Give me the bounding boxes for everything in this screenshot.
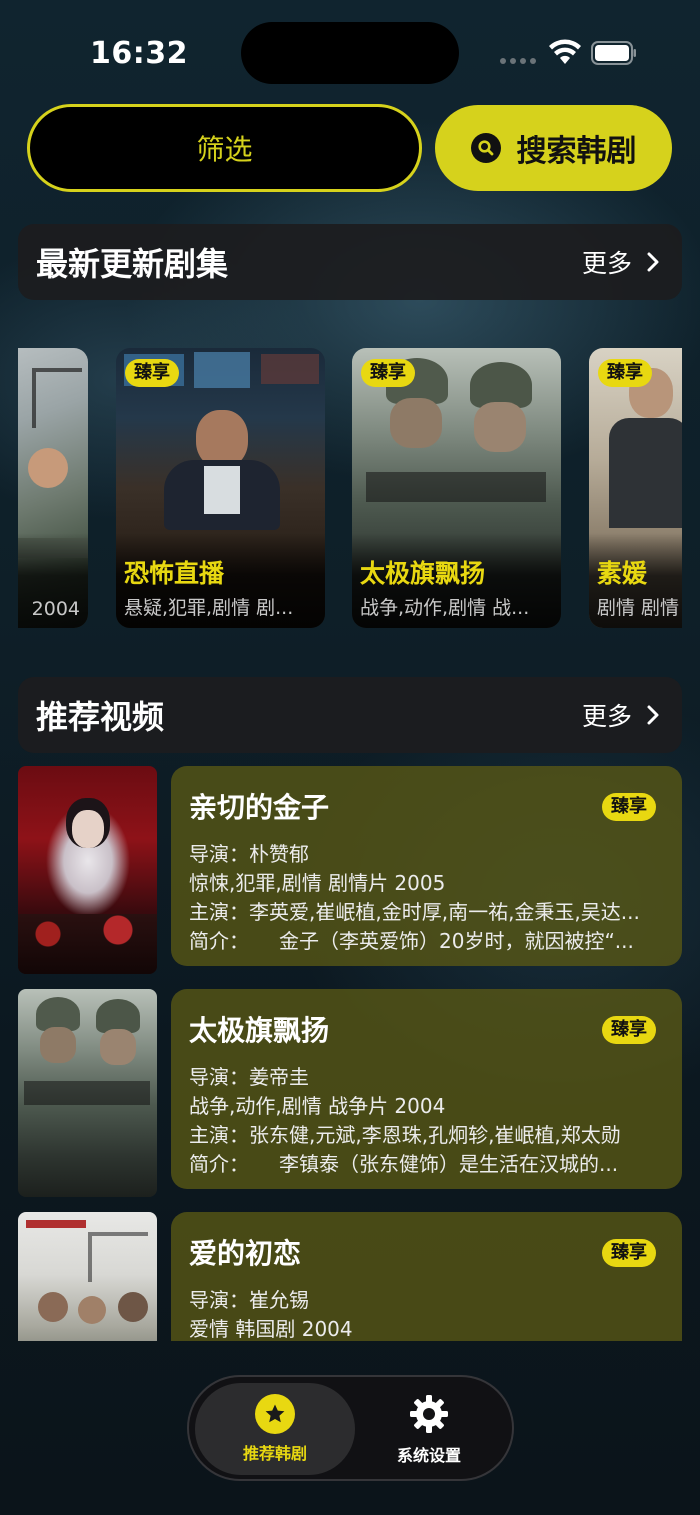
item-info: 爱的初恋 臻享 导演：崔允锡 爱情 韩国剧 2004 <box>171 1212 682 1341</box>
item-genre: 战争,动作,剧情 战争片 2004 <box>189 1094 446 1118</box>
tab-recommended[interactable]: 推荐韩剧 <box>195 1383 355 1475</box>
card-tags: 战争,动作,剧情 战... <box>360 597 530 619</box>
item-info: 亲切的金子 臻享 导演：朴赞郁 惊悚,犯罪,剧情 剧情片 2005 主演：李英爱… <box>171 766 682 966</box>
item-director: 导演：朴赞郁 <box>189 842 309 866</box>
item-title: 太极旗飘扬 <box>189 1014 330 1047</box>
premium-badge: 臻享 <box>125 359 179 387</box>
tab-label: 推荐韩剧 <box>242 1444 307 1463</box>
gear-icon <box>410 1395 448 1433</box>
item-director: 导演：姜帝圭 <box>189 1065 309 1089</box>
premium-badge: 臻享 <box>602 793 656 821</box>
item-genre: 惊悚,犯罪,剧情 剧情片 2005 <box>189 871 446 895</box>
latest-carousel[interactable]: 2004 臻享 恐怖直播 悬疑,犯罪,剧情 剧... 臻享 太极旗飘扬 战争,动… <box>18 348 682 628</box>
card-tags: 剧情 剧情 <box>597 597 680 619</box>
poster-image <box>18 989 157 1197</box>
chevron-right-icon <box>647 252 659 272</box>
battery-icon <box>591 41 636 65</box>
recommended-more-link[interactable]: 更多 <box>582 697 664 733</box>
card-tags: 2004 <box>31 598 80 620</box>
latest-card[interactable]: 臻享 太极旗飘扬 战争,动作,剧情 战... <box>352 348 561 628</box>
list-item[interactable]: 爱的初恋 臻享 导演：崔允锡 爱情 韩国剧 2004 <box>18 1212 682 1341</box>
cellular-signal-icon <box>500 58 536 64</box>
more-label: 更多 <box>581 702 632 731</box>
poster-image <box>18 1212 157 1341</box>
premium-badge: 臻享 <box>361 359 415 387</box>
item-cast: 主演：李英爱,崔岷植,金时厚,南一祐,金秉玉,吴达... <box>189 900 640 924</box>
recommended-section-title: 推荐视频 <box>36 698 165 736</box>
tab-settings[interactable]: 系统设置 <box>349 1383 509 1475</box>
star-icon <box>255 1394 295 1434</box>
poster-image <box>18 766 157 974</box>
latest-card[interactable]: 臻享 素媛 剧情 剧情 <box>589 348 682 628</box>
recommended-section-header: 推荐视频 更多 <box>18 677 682 753</box>
item-summary: 简介： 李镇泰（张东健饰）是生活在汉城的... <box>189 1152 619 1176</box>
filter-button-label: 筛选 <box>196 133 253 166</box>
search-icon <box>470 133 501 163</box>
status-time: 16:32 <box>90 36 188 71</box>
recommended-list[interactable]: 亲切的金子 臻享 导演：朴赞郁 惊悚,犯罪,剧情 剧情片 2005 主演：李英爱… <box>18 766 682 1341</box>
status-bar: 16:32 <box>0 0 700 100</box>
latest-section-header: 最新更新剧集 更多 <box>18 224 682 300</box>
tab-bar: 推荐韩剧 系统设置 <box>187 1375 514 1481</box>
latest-more-link[interactable]: 更多 <box>582 244 664 280</box>
item-info: 太极旗飘扬 臻享 导演：姜帝圭 战争,动作,剧情 战争片 2004 主演：张东健… <box>171 989 682 1189</box>
item-cast: 主演：张东健,元斌,李恩珠,孔炯轸,崔岷植,郑太勋 <box>189 1123 621 1147</box>
card-title: 太极旗飘扬 <box>360 559 486 588</box>
latest-card[interactable]: 臻享 恐怖直播 悬疑,犯罪,剧情 剧... <box>116 348 325 628</box>
item-title: 亲切的金子 <box>189 791 330 824</box>
wifi-icon <box>549 39 581 64</box>
premium-badge: 臻享 <box>602 1239 656 1267</box>
list-item[interactable]: 太极旗飘扬 臻享 导演：姜帝圭 战争,动作,剧情 战争片 2004 主演：张东健… <box>18 989 682 1197</box>
premium-badge: 臻享 <box>598 359 652 387</box>
card-title: 恐怖直播 <box>124 559 225 588</box>
item-genre: 爱情 韩国剧 2004 <box>189 1317 353 1341</box>
list-item[interactable]: 亲切的金子 臻享 导演：朴赞郁 惊悚,犯罪,剧情 剧情片 2005 主演：李英爱… <box>18 766 682 974</box>
premium-badge: 臻享 <box>602 1016 656 1044</box>
more-label: 更多 <box>581 249 632 278</box>
item-title: 爱的初恋 <box>189 1237 302 1270</box>
chevron-right-icon <box>647 705 659 725</box>
item-summary: 简介： 金子（李英爱饰）20岁时，就因被控“... <box>189 929 634 953</box>
search-button-label: 搜索韩剧 <box>516 134 637 169</box>
card-tags: 悬疑,犯罪,剧情 剧... <box>124 597 294 619</box>
filter-button[interactable]: 筛选 <box>27 104 422 192</box>
item-director: 导演：崔允锡 <box>189 1288 309 1312</box>
latest-section-title: 最新更新剧集 <box>36 245 229 283</box>
tab-label: 系统设置 <box>396 1446 461 1465</box>
search-button[interactable]: 搜索韩剧 <box>435 105 672 191</box>
dynamic-island <box>241 22 459 84</box>
latest-card[interactable]: 2004 <box>18 348 88 628</box>
card-title: 素媛 <box>597 559 648 588</box>
